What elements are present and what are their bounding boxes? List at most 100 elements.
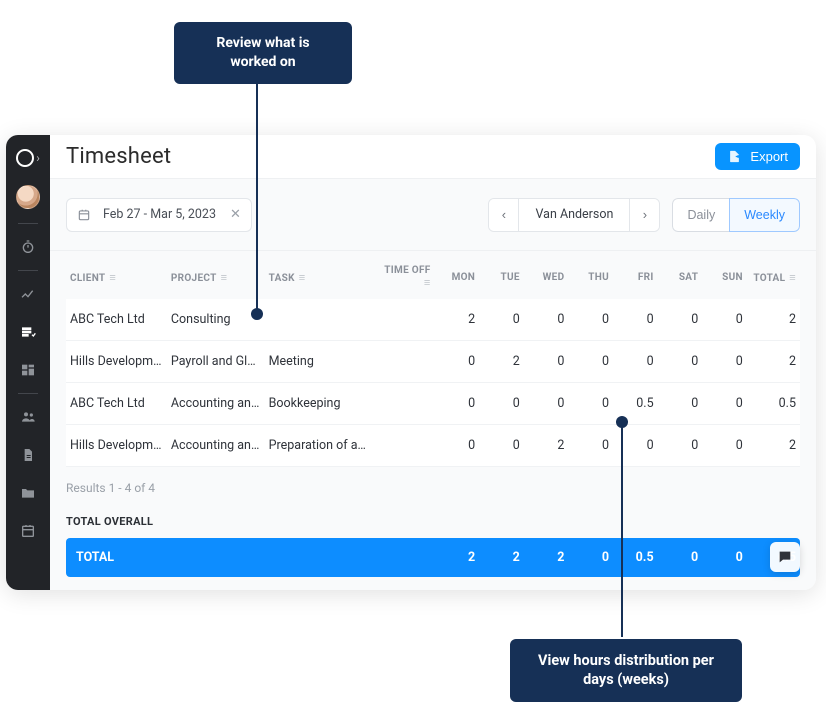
table-cell: 0 <box>613 299 658 341</box>
date-range-value: Feb 27 - Mar 5, 2023 <box>103 207 216 222</box>
table-cell: 0 <box>524 299 569 341</box>
table-cell: Consulting <box>167 299 265 341</box>
timesheet-table-container: CLIENT PROJECT TASK TIME OFF MON TUE WED… <box>50 251 816 590</box>
date-range-picker[interactable]: Feb 27 - Mar 5, 2023 ✕ <box>66 198 252 232</box>
chart-icon <box>20 286 36 302</box>
divider <box>18 223 38 224</box>
export-button[interactable]: Export <box>715 143 800 170</box>
sort-icon[interactable] <box>221 271 228 284</box>
table-row[interactable]: Hills DevelopmentAccounting and ...Prepa… <box>66 425 800 467</box>
total-row: TOTAL 2 2 2 0 0.5 0 0 6.5 <box>66 538 800 577</box>
table-cell: 0 <box>479 383 524 425</box>
table-cell: 2 <box>479 341 524 383</box>
sidebar-item-calendar[interactable] <box>6 516 50 546</box>
sort-icon[interactable] <box>109 271 116 284</box>
total-tue: 2 <box>479 538 524 577</box>
table-cell: 0 <box>435 383 480 425</box>
total-label: TOTAL <box>66 538 167 577</box>
sidebar-item-team[interactable] <box>6 402 50 432</box>
col-total[interactable]: TOTAL <box>747 251 800 299</box>
clear-date-button[interactable]: ✕ <box>228 207 243 222</box>
table-cell: 2 <box>747 341 800 383</box>
table-cell: 0 <box>524 383 569 425</box>
calendar-grid-icon <box>20 523 36 539</box>
col-sun: SUN <box>702 251 747 299</box>
page-header: Timesheet Export <box>50 135 816 179</box>
results-summary: Results 1 - 4 of 4 <box>66 467 800 515</box>
table-cell: Meeting <box>265 341 371 383</box>
annotation-dot <box>616 416 628 428</box>
table-cell: 0 <box>435 341 480 383</box>
app-logo[interactable]: › <box>16 145 40 177</box>
stopwatch-icon <box>20 239 36 255</box>
sort-icon[interactable] <box>789 271 796 284</box>
chat-button[interactable] <box>770 542 800 572</box>
table-cell: Hills Development <box>66 425 167 467</box>
table-cell: 2 <box>747 299 800 341</box>
sidebar-item-document[interactable] <box>6 440 50 470</box>
sidebar-item-analytics[interactable] <box>6 279 50 309</box>
table-cell: 0 <box>479 299 524 341</box>
table-row[interactable]: Hills DevelopmentPayroll and Glob...Meet… <box>66 341 800 383</box>
col-timeoff[interactable]: TIME OFF <box>371 251 435 299</box>
table-cell: Accounting and ... <box>167 383 265 425</box>
people-icon <box>20 409 36 425</box>
col-project[interactable]: PROJECT <box>167 251 265 299</box>
col-task[interactable]: TASK <box>265 251 371 299</box>
annotation-bottom: View hours distribution per days (weeks) <box>510 639 742 702</box>
mode-daily-button[interactable]: Daily <box>672 198 729 232</box>
col-fri: FRI <box>613 251 658 299</box>
board-icon <box>20 362 36 378</box>
annotation-line <box>621 425 623 637</box>
sort-icon[interactable] <box>424 276 431 289</box>
sidebar-item-timesheet[interactable] <box>6 317 50 347</box>
toolbar: Feb 27 - Mar 5, 2023 ✕ ‹ Van Anderson › … <box>50 179 816 251</box>
table-cell <box>371 425 435 467</box>
page-title: Timesheet <box>66 144 171 169</box>
col-thu: THU <box>568 251 613 299</box>
col-sat: SAT <box>658 251 703 299</box>
sidebar-item-folder[interactable] <box>6 478 50 508</box>
export-label: Export <box>750 149 788 164</box>
table-row[interactable]: ABC Tech LtdAccounting and ...Bookkeepin… <box>66 383 800 425</box>
col-tue: TUE <box>479 251 524 299</box>
col-client[interactable]: CLIENT <box>66 251 167 299</box>
view-mode-toggle: Daily Weekly <box>672 198 800 232</box>
chevron-right-icon: › <box>36 151 40 165</box>
table-cell: 0 <box>568 299 613 341</box>
divider <box>18 393 38 394</box>
table-cell: Preparation of a... <box>265 425 371 467</box>
table-cell: 0 <box>568 341 613 383</box>
table-cell: 0 <box>702 299 747 341</box>
table-cell: 0 <box>568 383 613 425</box>
prev-person-button[interactable]: ‹ <box>489 199 519 231</box>
table-cell: 0 <box>613 425 658 467</box>
avatar[interactable] <box>16 185 40 209</box>
table-cell: Bookkeeping <box>265 383 371 425</box>
person-selector: ‹ Van Anderson › <box>488 198 660 232</box>
calendar-icon <box>77 208 91 222</box>
table-cell: 0 <box>702 341 747 383</box>
col-mon: MON <box>435 251 480 299</box>
document-icon <box>20 447 36 463</box>
sort-icon[interactable] <box>299 271 306 284</box>
person-name[interactable]: Van Anderson <box>519 199 629 231</box>
table-cell: 0 <box>702 425 747 467</box>
total-overall-label: TOTAL OVERALL <box>66 515 800 538</box>
table-cell: Hills Development <box>66 341 167 383</box>
main-content: Timesheet Export Feb 27 - Mar 5, 2023 ✕ … <box>50 135 816 590</box>
table-row[interactable]: ABC Tech LtdConsulting20000002 <box>66 299 800 341</box>
table-cell <box>265 299 371 341</box>
table-cell: Accounting and ... <box>167 425 265 467</box>
annotation-top: Review what is worked on <box>174 22 352 84</box>
chat-icon <box>777 549 793 565</box>
next-person-button[interactable]: › <box>629 199 659 231</box>
sidebar-item-time[interactable] <box>6 232 50 262</box>
sidebar-item-board[interactable] <box>6 355 50 385</box>
table-cell: 2 <box>435 299 480 341</box>
export-icon <box>727 149 742 164</box>
mode-weekly-button[interactable]: Weekly <box>729 198 800 232</box>
table-cell: 0 <box>658 383 703 425</box>
annotation-line <box>256 78 258 312</box>
table-cell: 0 <box>658 425 703 467</box>
